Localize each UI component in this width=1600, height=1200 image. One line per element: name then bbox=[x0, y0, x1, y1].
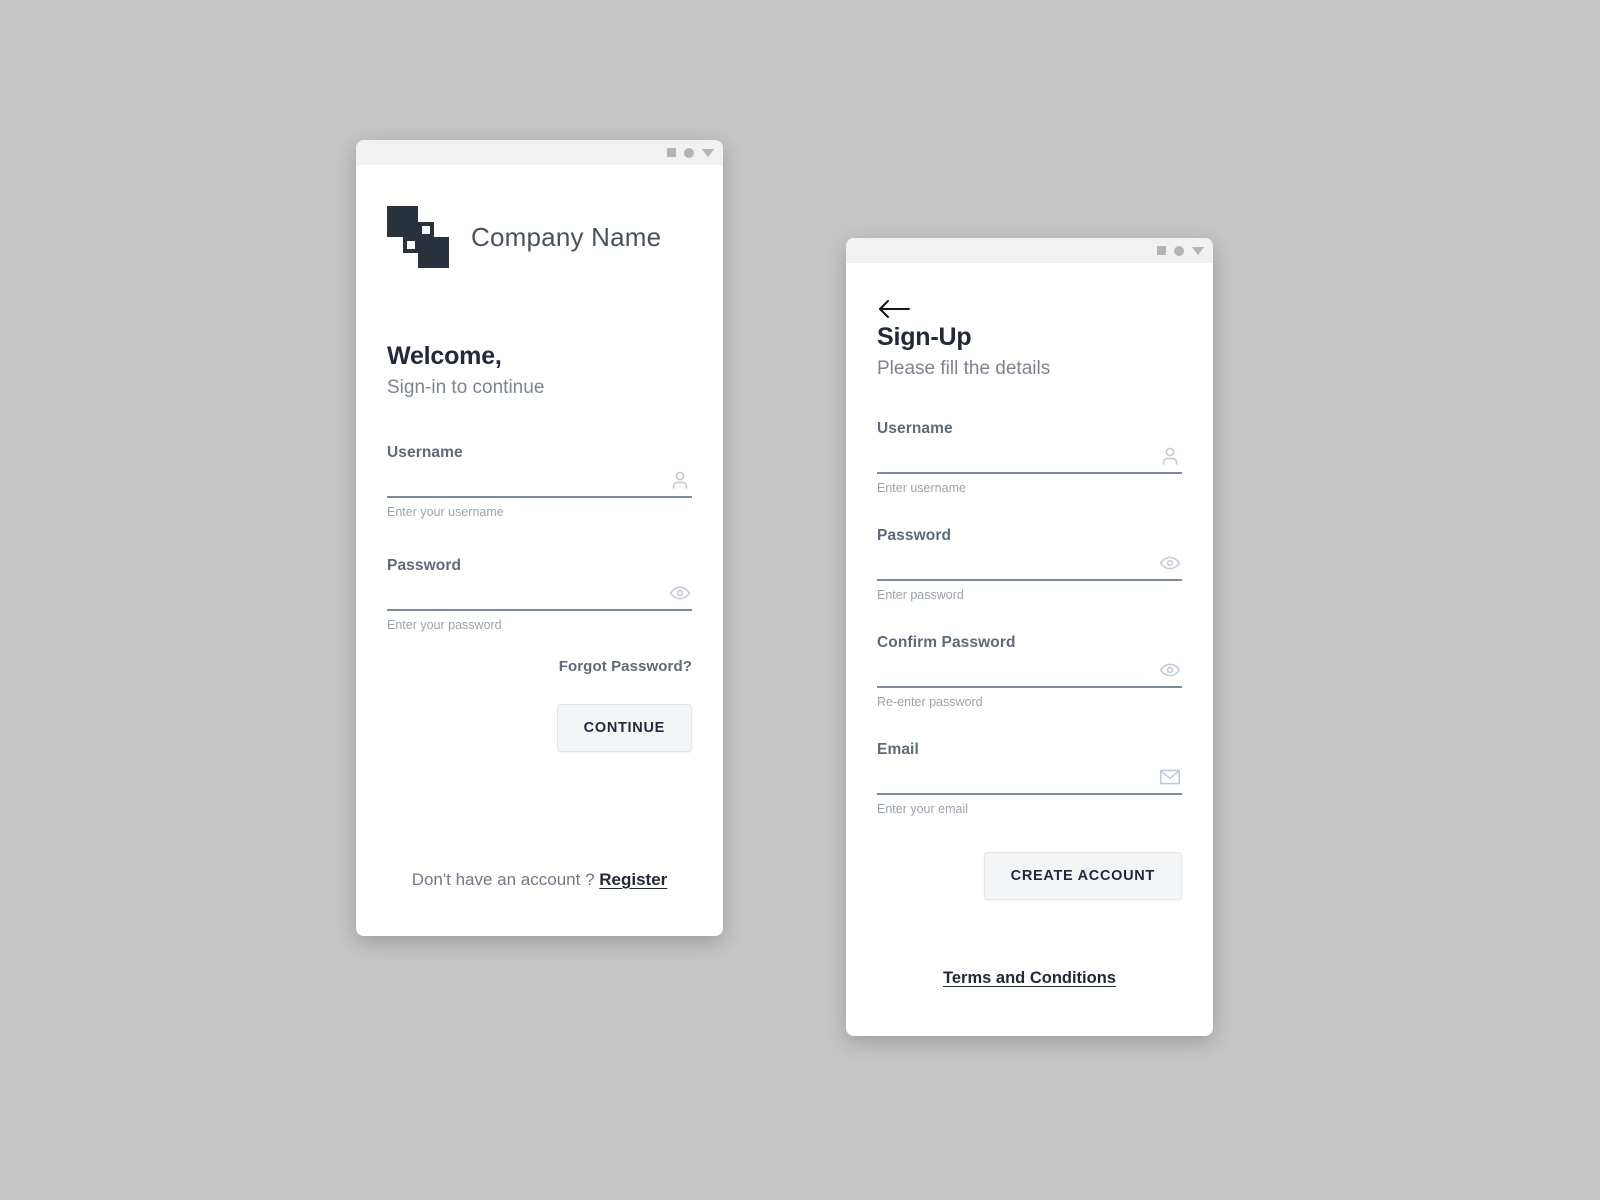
username-field-group: Username Enter your username bbox=[387, 444, 692, 519]
circle-icon[interactable] bbox=[684, 147, 694, 158]
email-input-row[interactable] bbox=[877, 759, 1182, 795]
username-input[interactable] bbox=[387, 476, 656, 494]
signup-username-input[interactable] bbox=[877, 452, 1146, 470]
email-hint: Enter your email bbox=[877, 801, 969, 816]
terms-and-conditions-link[interactable]: Terms and Conditions bbox=[943, 969, 1116, 987]
signup-card: Sign-Up Please fill the details Username… bbox=[846, 238, 1213, 1036]
triangle-down-icon[interactable] bbox=[702, 148, 714, 157]
signin-form: Username Enter your username Password En… bbox=[387, 444, 692, 632]
circle-icon[interactable] bbox=[1174, 245, 1184, 256]
password-hint: Enter your password bbox=[387, 617, 502, 632]
person-icon bbox=[668, 468, 692, 492]
signin-heading: Welcome, Sign-in to continue bbox=[387, 342, 692, 399]
signup-password-field-group: Password Enter password bbox=[877, 527, 1182, 602]
signup-password-input[interactable] bbox=[877, 559, 1146, 577]
forgot-password-row: Forgot Password? bbox=[387, 658, 692, 676]
signup-password-label: Password bbox=[877, 526, 952, 544]
email-input[interactable] bbox=[877, 773, 1146, 791]
signup-window-controls bbox=[1157, 245, 1204, 256]
back-arrow-icon[interactable] bbox=[877, 263, 911, 323]
signin-window-controls bbox=[667, 147, 714, 158]
signup-username-field-group: Username Enter username bbox=[877, 420, 1182, 495]
signin-footer: Don't have an account ? Register bbox=[387, 870, 692, 890]
email-field-group: Email Enter your email bbox=[877, 741, 1182, 816]
password-field-group: Password Enter your password bbox=[387, 557, 692, 632]
password-input[interactable] bbox=[387, 589, 656, 607]
signup-password-input-row[interactable] bbox=[877, 545, 1182, 581]
no-account-label: Don't have an account ? bbox=[411, 870, 595, 889]
square-icon[interactable] bbox=[667, 148, 676, 157]
signup-titlebar bbox=[846, 238, 1213, 263]
signup-form: Username Enter username Password Enter p… bbox=[877, 420, 1182, 816]
password-input-row[interactable] bbox=[387, 575, 692, 611]
signup-username-label: Username bbox=[877, 419, 953, 437]
create-account-button[interactable]: CREATE ACCOUNT bbox=[983, 851, 1182, 900]
signin-titlebar bbox=[356, 140, 723, 165]
confirm-password-hint: Re-enter password bbox=[877, 694, 983, 709]
signin-card: Company Name Welcome, Sign-in to continu… bbox=[356, 140, 723, 936]
signup-subtitle: Please fill the details bbox=[877, 357, 1051, 379]
company-name-label: Company Name bbox=[471, 221, 662, 252]
eye-icon[interactable] bbox=[1158, 658, 1182, 682]
register-link[interactable]: Register bbox=[599, 870, 667, 889]
forgot-password-link[interactable]: Forgot Password? bbox=[559, 658, 692, 675]
page-subtitle: Sign-in to continue bbox=[387, 376, 545, 398]
email-label: Email bbox=[877, 740, 919, 758]
username-hint: Enter your username bbox=[387, 504, 504, 519]
eye-icon[interactable] bbox=[1158, 551, 1182, 575]
envelope-icon bbox=[1158, 765, 1182, 789]
person-icon bbox=[1158, 444, 1182, 468]
confirm-password-label: Confirm Password bbox=[877, 633, 1016, 651]
continue-row: CONTINUE bbox=[387, 703, 692, 752]
signup-password-hint: Enter password bbox=[877, 587, 964, 602]
continue-button[interactable]: CONTINUE bbox=[556, 703, 692, 752]
username-input-row[interactable] bbox=[387, 462, 692, 498]
signup-username-input-row[interactable] bbox=[877, 438, 1182, 474]
page-title: Welcome, bbox=[387, 342, 502, 370]
confirm-password-input[interactable] bbox=[877, 666, 1146, 684]
signin-body: Company Name Welcome, Sign-in to continu… bbox=[356, 165, 723, 936]
signup-footer: Terms and Conditions bbox=[877, 969, 1182, 988]
password-label: Password bbox=[387, 556, 462, 574]
square-icon[interactable] bbox=[1157, 246, 1166, 255]
signup-title: Sign-Up bbox=[877, 323, 972, 351]
signup-body: Sign-Up Please fill the details Username… bbox=[846, 263, 1213, 1036]
signup-heading: Sign-Up Please fill the details bbox=[877, 323, 1182, 380]
brand-row: Company Name bbox=[387, 165, 692, 268]
signup-username-hint: Enter username bbox=[877, 480, 966, 495]
create-account-row: CREATE ACCOUNT bbox=[877, 851, 1182, 900]
eye-icon[interactable] bbox=[668, 581, 692, 605]
username-label: Username bbox=[387, 443, 463, 461]
triangle-down-icon[interactable] bbox=[1192, 246, 1204, 255]
confirm-password-field-group: Confirm Password Re-enter password bbox=[877, 634, 1182, 709]
confirm-password-input-row[interactable] bbox=[877, 652, 1182, 688]
company-logo-icon bbox=[387, 206, 449, 268]
